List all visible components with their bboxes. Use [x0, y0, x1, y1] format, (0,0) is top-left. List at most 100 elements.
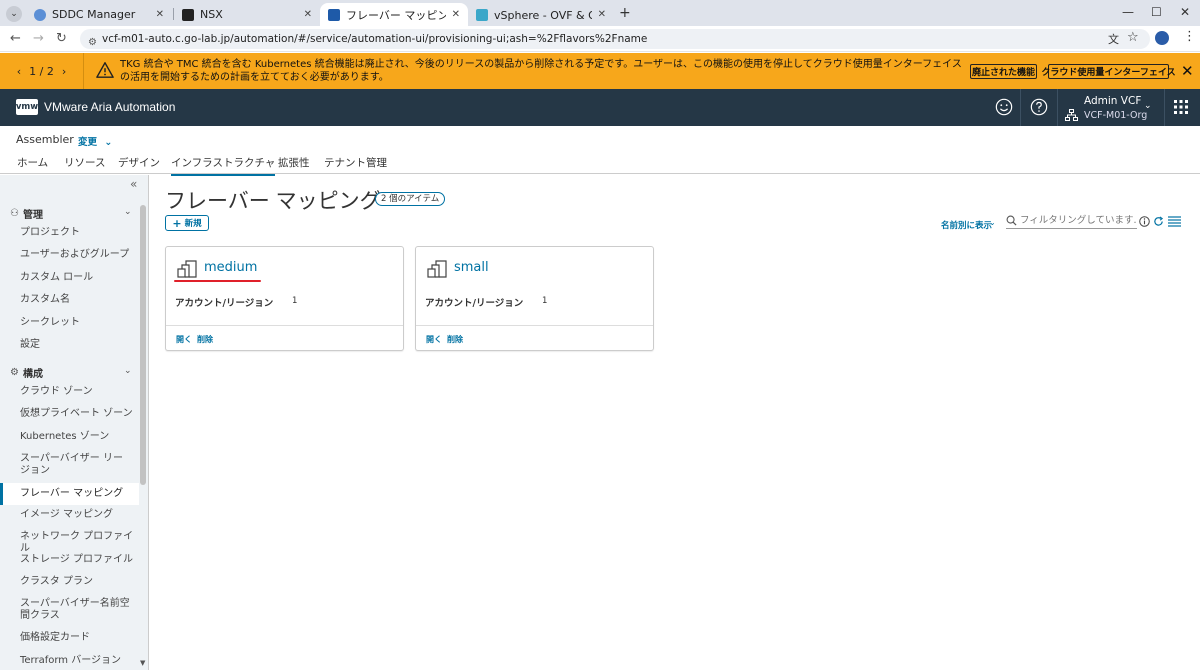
card-title-link[interactable]: medium [204, 260, 257, 275]
maximize-icon[interactable]: ☐ [1151, 5, 1162, 19]
open-button[interactable]: 開く [426, 334, 442, 345]
filter-input[interactable] [1020, 213, 1136, 228]
sidebar-item-storage-profiles[interactable]: ストレージ プロファイル [0, 554, 139, 566]
window-close-icon[interactable]: ✕ [1180, 5, 1190, 19]
collapse-double-chevron-icon[interactable]: « [130, 177, 137, 191]
sidebar-group-management[interactable]: ⚇ 管理 [10, 206, 43, 221]
back-arrow-icon[interactable]: ← [10, 31, 21, 46]
close-icon[interactable]: ✕ [598, 9, 606, 20]
tab-infrastructure[interactable]: インフラストラクチャ [171, 155, 276, 176]
minimize-icon[interactable]: — [1122, 5, 1134, 19]
app-header: vmw VMware Aria Automation Admin VCF VCF… [0, 89, 1200, 126]
browser-tab-strip: ⌄ SDDC Manager ✕ NSX ✕ フレーバー マッピング - Ass… [0, 0, 1200, 26]
tab-search-chevron-icon[interactable]: ⌄ [6, 6, 22, 22]
card-title-link[interactable]: small [454, 260, 489, 275]
tab-resources[interactable]: リソース [64, 155, 105, 174]
sidebar-item-image-mapping[interactable]: イメージ マッピング [0, 509, 139, 521]
profile-avatar-icon[interactable] [1155, 31, 1169, 45]
card-field-label: アカウント/リージョン [425, 298, 524, 309]
browser-toolbar: ← → ↻ ⚙ vcf-m01-auto.c.go-lab.jp/automat… [0, 26, 1200, 52]
chevron-down-icon[interactable]: ⌄ [1144, 101, 1152, 111]
help-question-icon[interactable] [1030, 98, 1048, 116]
flavor-card-medium: medium アカウント/リージョン 1 開く 削除 [165, 246, 404, 351]
sidebar-item-supervisor-regions[interactable]: スーパーバイザー リージョン [0, 453, 132, 477]
browser-tab-flavor-mapping[interactable]: フレーバー マッピング - Assembler ✕ [320, 3, 468, 26]
sidebar-item-pricing-cards[interactable]: 価格設定カード [0, 632, 139, 644]
red-highlight-underline [174, 280, 261, 282]
sidebar-item-virtual-private-zones[interactable]: 仮想プライベート ゾーン [0, 408, 139, 420]
change-service-button[interactable]: 変更 ⌄ [78, 134, 112, 148]
sort-by-name-dropdown[interactable]: 名前別に表示 [941, 219, 992, 231]
banner-pager: ‹ 1 / 2 › [0, 53, 84, 89]
product-name[interactable]: VMware Aria Automation [44, 100, 175, 114]
nsx-favicon-icon [182, 8, 194, 21]
info-icon[interactable] [1139, 216, 1150, 227]
url-text: vcf-m01-auto.c.go-lab.jp/automation/#/se… [102, 33, 648, 45]
site-info-icon[interactable]: ⚙ [88, 33, 97, 53]
sidebar-item-network-profiles[interactable]: ネットワーク プロファイル [0, 531, 139, 555]
gear-icon: ⚙ [10, 367, 19, 378]
close-icon[interactable]: ✕ [304, 9, 312, 20]
deprecated-features-button[interactable]: 廃止された機能 [970, 64, 1037, 79]
banner-page-indicator: 1 / 2 [29, 64, 54, 78]
vmware-logo: vmw [16, 99, 38, 115]
header-divider [1020, 89, 1021, 126]
sidebar-item-users-groups[interactable]: ユーザーおよびグループ [0, 249, 139, 261]
sidebar-item-secrets[interactable]: シークレット [0, 317, 139, 329]
reload-icon[interactable]: ↻ [56, 31, 67, 46]
browser-menu-icon[interactable]: ⋮ [1183, 29, 1196, 44]
browser-tab-vsphere[interactable]: vSphere - OVF & OVA テンプレー ✕ [468, 3, 614, 26]
assembler-favicon-icon [328, 8, 340, 21]
organization-icon [1065, 109, 1078, 121]
chevron-left-icon[interactable]: ‹ [17, 65, 21, 78]
user-name[interactable]: Admin VCF [1084, 95, 1141, 107]
sidebar-group-configuration[interactable]: ⚙ 構成 [10, 365, 43, 380]
forward-arrow-icon[interactable]: → [33, 31, 44, 46]
sidebar-item-flavor-mapping[interactable]: フレーバー マッピング [0, 483, 139, 505]
close-icon[interactable]: ✕ [156, 9, 164, 20]
browser-tab-nsx[interactable]: NSX ✕ [174, 3, 320, 26]
header-divider [1164, 89, 1165, 126]
sidebar-item-cloud-zones[interactable]: クラウド ゾーン [0, 386, 139, 398]
new-button[interactable]: + 新規 [165, 215, 209, 231]
header-divider [1057, 89, 1058, 126]
close-icon[interactable]: ✕ [452, 9, 460, 20]
chevron-down-icon[interactable]: ⌄ [124, 207, 132, 217]
sidebar-item-custom-names[interactable]: カスタム名 [0, 294, 139, 306]
sidebar-item-cluster-plans[interactable]: クラスタ プラン [0, 576, 139, 588]
chevron-down-icon[interactable]: ⌄ [124, 366, 132, 376]
open-button[interactable]: 開く [176, 334, 192, 345]
tab-label: フレーバー マッピング - Assembler [346, 8, 446, 22]
sidebar-item-kubernetes-zones[interactable]: Kubernetes ゾーン [0, 431, 139, 443]
bookmark-star-icon[interactable]: ☆ [1127, 30, 1139, 45]
flavor-mapping-icon [427, 260, 447, 278]
sidebar-item-custom-roles[interactable]: カスタム ロール [0, 272, 139, 284]
sidebar-item-supervisor-namespace-classes[interactable]: スーパーバイザー名前空間クラス [0, 598, 132, 622]
address-bar[interactable]: ⚙ vcf-m01-auto.c.go-lab.jp/automation/#/… [80, 29, 1150, 49]
refresh-icon[interactable] [1153, 216, 1164, 227]
sidebar-item-settings[interactable]: 設定 [0, 339, 139, 351]
browser-tab-sddc[interactable]: SDDC Manager ✕ [26, 3, 172, 26]
tab-design[interactable]: デザイン [118, 155, 160, 174]
cloud-consumption-interface-button[interactable]: クラウド使用量インターフェイス [1041, 64, 1176, 79]
feedback-smiley-icon[interactable] [995, 98, 1013, 116]
tab-home[interactable]: ホーム [17, 155, 48, 174]
delete-button[interactable]: 削除 [447, 334, 463, 345]
new-tab-plus-icon[interactable]: + [619, 5, 631, 21]
filter-field[interactable] [1006, 213, 1137, 229]
chevron-down-icon[interactable]: ⌄ [989, 218, 996, 227]
tab-tenant-management[interactable]: テナント管理 [324, 155, 387, 174]
list-view-icon[interactable] [1168, 216, 1181, 227]
sidebar-scrollbar[interactable] [140, 205, 146, 485]
delete-button[interactable]: 削除 [197, 334, 213, 345]
translate-icon[interactable]: 文 [1108, 31, 1119, 47]
sddc-favicon-icon [34, 8, 46, 21]
banner-close-icon[interactable]: ✕ [1181, 62, 1194, 80]
card-divider [166, 325, 403, 326]
tab-extensibility[interactable]: 拡張性 [278, 155, 310, 174]
sidebar-item-terraform-versions[interactable]: Terraform バージョン [0, 655, 139, 667]
chevron-right-icon[interactable]: › [62, 65, 66, 78]
app-switcher-grid-icon[interactable] [1174, 100, 1188, 114]
scroll-down-arrow-icon[interactable]: ▼ [140, 659, 145, 667]
sidebar-item-projects[interactable]: プロジェクト [0, 227, 139, 239]
